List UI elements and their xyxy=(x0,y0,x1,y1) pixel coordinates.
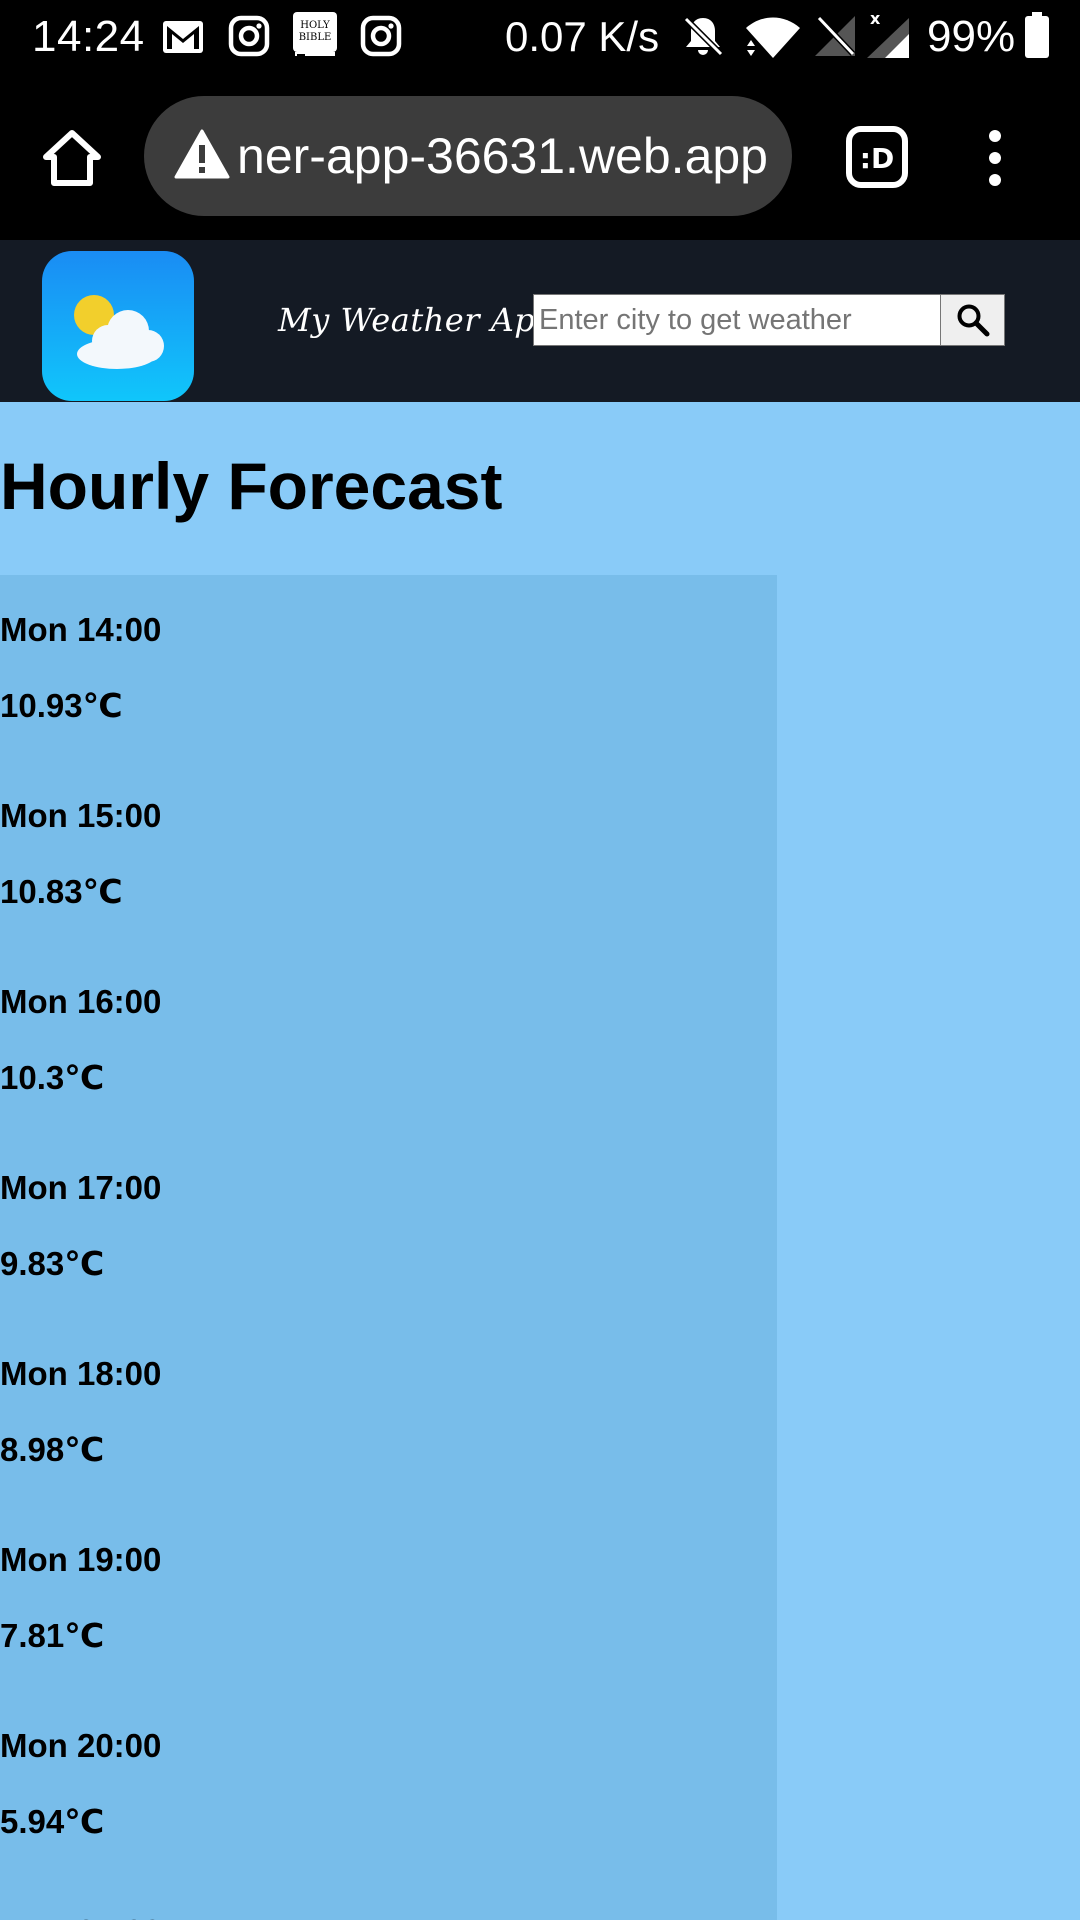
forecast-temp: 5.94℃ xyxy=(0,1803,105,1840)
tab-switcher-text: :D xyxy=(860,142,894,175)
forecast-temp: 7.81℃ xyxy=(0,1617,105,1654)
home-icon[interactable] xyxy=(42,128,102,188)
forecast-time: Mon 21:00 xyxy=(0,1912,161,1920)
warning-icon[interactable] xyxy=(174,128,230,180)
url-text[interactable]: ner-app-36631.web.app xyxy=(237,96,768,216)
bible-icon-text-1: HOLY xyxy=(300,20,330,31)
page-title: Hourly Forecast xyxy=(0,449,503,523)
instagram-icon xyxy=(228,15,270,57)
battery-percent: 99% xyxy=(927,12,1016,61)
gmail-icon xyxy=(163,21,203,53)
address-bar[interactable]: ner-app-36631.web.app xyxy=(144,96,792,216)
wifi-icon xyxy=(746,17,800,58)
forecast-time: Mon 15:00 xyxy=(0,797,162,834)
forecast-time: Mon 19:00 xyxy=(0,1541,162,1578)
forecast-time: Mon 20:00 xyxy=(0,1727,162,1764)
city-search-input[interactable] xyxy=(533,294,940,346)
forecast-time: Mon 18:00 xyxy=(0,1355,162,1392)
search-icon xyxy=(957,304,989,337)
app-header: My Weather App xyxy=(0,240,1080,402)
forecast-time: Mon 16:00 xyxy=(0,983,162,1020)
bible-icon-text-2: BIBLE xyxy=(299,32,332,43)
signal-x-icon: x xyxy=(867,10,909,58)
forecast-time: Mon 14:00 xyxy=(0,611,162,648)
bell-muted-icon xyxy=(683,16,724,57)
forecast-temp: 9.83℃ xyxy=(0,1245,105,1282)
forecast-temp: 10.83℃ xyxy=(0,873,123,910)
svg-text:x: x xyxy=(870,10,881,28)
tab-switcher-icon[interactable]: :D xyxy=(846,126,908,188)
holy-bible-icon: HOLY BIBLE xyxy=(293,12,337,59)
search-button[interactable] xyxy=(940,294,1005,346)
app-logo[interactable] xyxy=(42,251,194,401)
instagram-icon xyxy=(360,15,402,57)
browser-toolbar: ner-app-36631.web.app :D xyxy=(0,76,1080,240)
forecast-temp: 8.98℃ xyxy=(0,1431,105,1468)
signal-icon xyxy=(815,15,856,57)
sun-cloud-icon xyxy=(74,295,164,369)
overflow-menu-icon[interactable] xyxy=(980,128,1010,188)
forecast-temp: 10.93℃ xyxy=(0,687,123,724)
status-time: 14:24 xyxy=(32,12,145,61)
hourly-forecast-list: Mon 14:00 10.93℃ Mon 15:00 10.83℃ Mon 16… xyxy=(0,575,777,1920)
forecast-time: Mon 17:00 xyxy=(0,1169,162,1206)
battery-icon xyxy=(1025,12,1049,58)
status-bar: 14:24 HOLY BIBLE 0.07 K/s x 99% xyxy=(0,0,1080,76)
network-speed: 0.07 K/s xyxy=(505,13,660,60)
app-title: My Weather App xyxy=(278,301,557,339)
forecast-temp: 10.3℃ xyxy=(0,1059,105,1096)
